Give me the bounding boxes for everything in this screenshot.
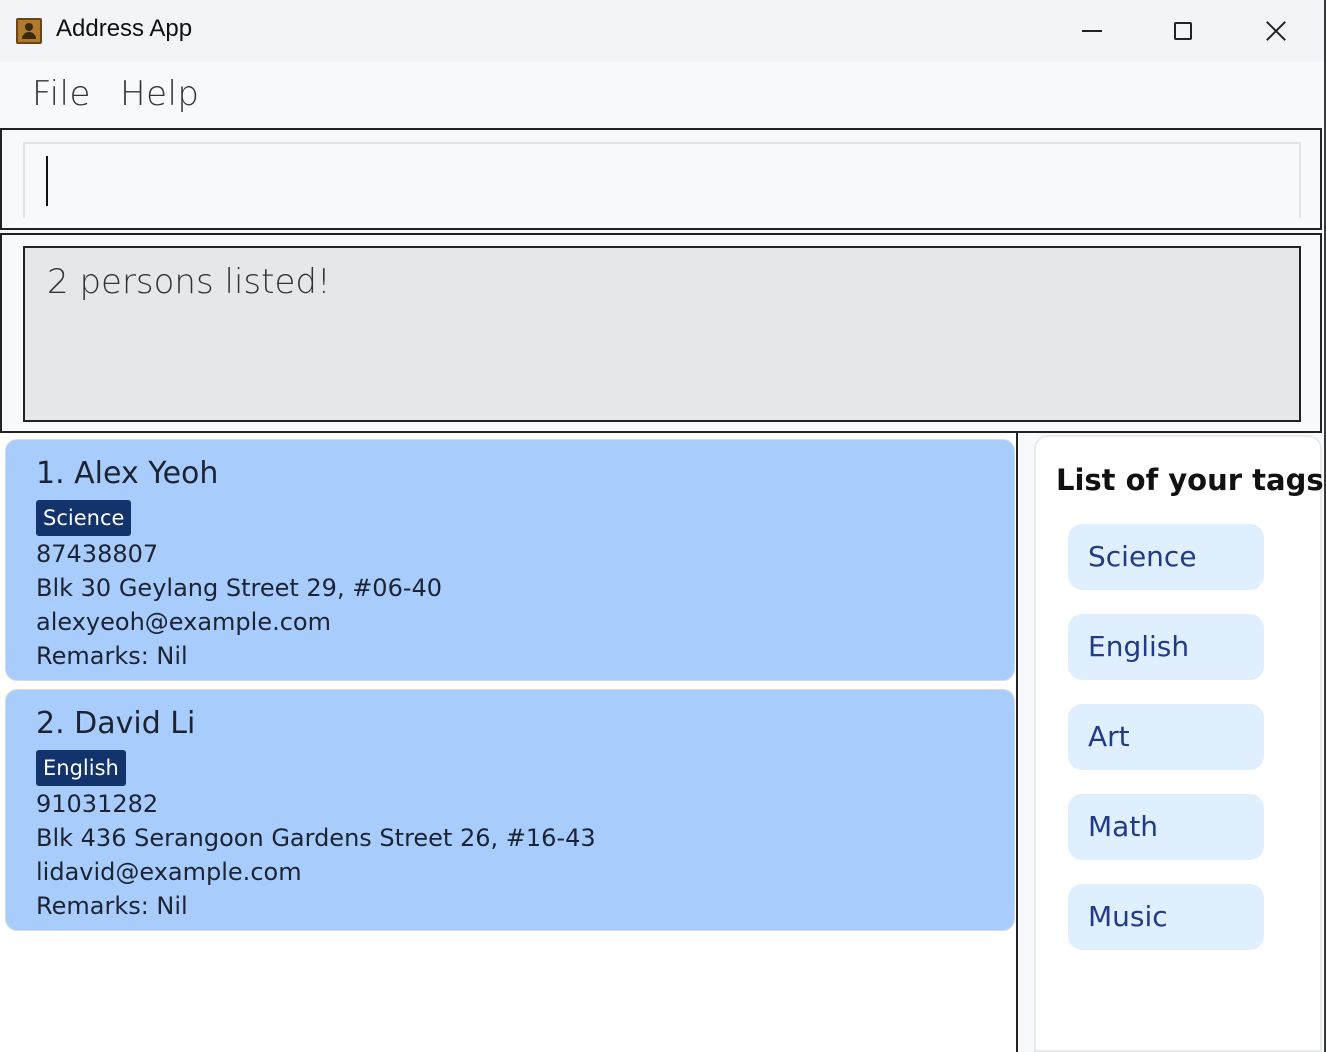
tag-chip-science[interactable]: Science (1068, 524, 1264, 590)
menu-bar: File Help (0, 62, 1324, 128)
tag-chip-art[interactable]: Art (1068, 704, 1264, 770)
app-window: Address App File Help 2 persons listed! … (0, 0, 1326, 1052)
minimize-button[interactable] (1062, 8, 1122, 54)
close-button[interactable] (1246, 8, 1306, 54)
person-email: alexyeoh@example.com (36, 608, 331, 636)
person-address: Blk 436 Serangoon Gardens Street 26, #16… (36, 824, 596, 852)
maximize-button[interactable] (1153, 8, 1213, 54)
person-phone: 91031282 (36, 790, 159, 818)
address-book-icon (16, 18, 42, 44)
result-display-panel: 2 persons listed! (0, 233, 1322, 433)
person-remarks: Remarks: Nil (36, 892, 188, 920)
result-message: 2 persons listed! (47, 262, 331, 302)
tags-panel: List of your tags Science English Art Ma… (1034, 435, 1324, 1052)
person-tag-badge: English (36, 750, 126, 786)
person-card[interactable]: 2. David Li English 91031282 Blk 436 Ser… (5, 689, 1015, 931)
person-remarks: Remarks: Nil (36, 642, 188, 670)
person-list[interactable]: 1. Alex Yeoh Science 87438807 Blk 30 Gey… (0, 433, 1018, 1052)
menu-file[interactable]: File (32, 74, 91, 114)
command-box-panel (0, 128, 1322, 230)
result-display: 2 persons listed! (23, 246, 1301, 422)
maximize-icon (1174, 22, 1192, 40)
command-input[interactable] (23, 142, 1301, 218)
title-bar[interactable]: Address App (0, 0, 1324, 62)
person-phone: 87438807 (36, 540, 159, 568)
tags-panel-title: List of your tags (1056, 463, 1324, 497)
person-email: lidavid@example.com (36, 858, 302, 886)
person-name: 1. Alex Yeoh (36, 456, 219, 491)
menu-help[interactable]: Help (120, 74, 200, 114)
tag-chip-music[interactable]: Music (1068, 884, 1264, 950)
window-title: Address App (56, 15, 193, 42)
person-name: 2. David Li (36, 706, 196, 741)
close-icon (1265, 20, 1287, 42)
minimize-icon (1082, 30, 1102, 32)
person-address: Blk 30 Geylang Street 29, #06-40 (36, 574, 443, 602)
tag-chip-english[interactable]: English (1068, 614, 1264, 680)
text-caret (46, 156, 48, 206)
tag-chip-math[interactable]: Math (1068, 794, 1264, 860)
person-card[interactable]: 1. Alex Yeoh Science 87438807 Blk 30 Gey… (5, 439, 1015, 681)
person-tag-badge: Science (36, 500, 132, 536)
